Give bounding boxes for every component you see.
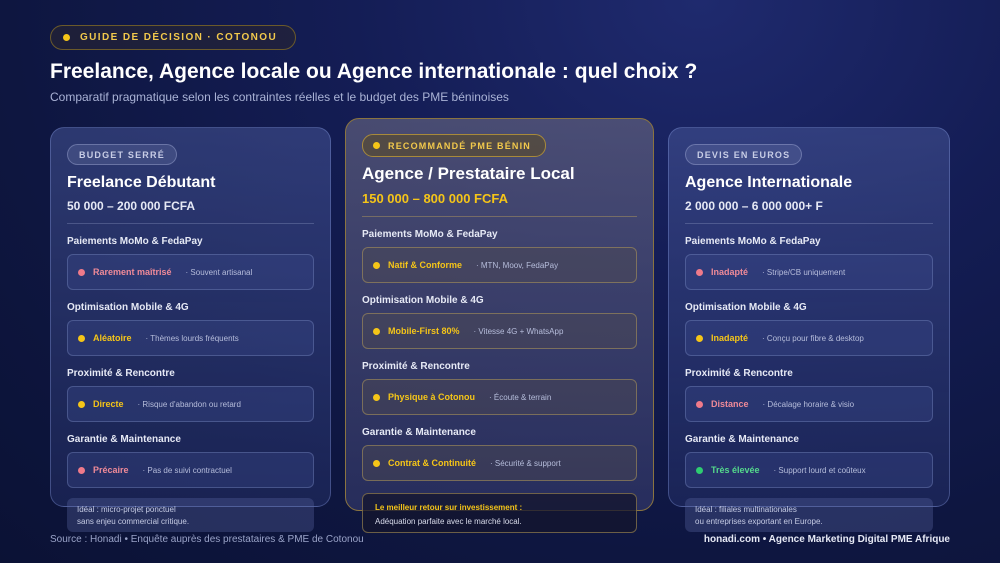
ideal-box: Idéal : filiales multinationales ou entr… [685,498,933,532]
card-title: Agence Internationale [685,174,853,191]
ideal-line: sans enjeu commercial critique. [77,517,190,526]
status-dot-icon [373,459,380,467]
criterion-value: Mobile-First 80% [388,326,460,336]
section-label: Proximité & Rencontre [67,368,175,379]
section-label: Garantie & Maintenance [67,434,181,445]
criterion-value: Physique à Cotonou [388,392,476,402]
criterion-row: Aléatoire · Thèmes lourds fréquents [67,320,314,356]
section-label: Proximité & Rencontre [685,368,793,379]
section-label: Optimisation Mobile & 4G [67,302,189,313]
criterion-note: · Support lourd et coûteux [773,465,866,475]
status-dot-icon [696,400,703,408]
criterion-value: Rarement maîtrisé [93,267,172,277]
criterion-note: · Écoute & terrain [489,392,552,402]
criterion-row: Natif & Conforme · MTN, Moov, FedaPay [362,247,637,283]
criterion-row: Directe · Risque d'abandon ou retard [67,386,314,422]
criterion-note: · Conçu pour fibre & desktop [762,333,864,343]
section-label: Paiements MoMo & FedaPay [67,236,203,247]
card-badge: RECOMMANDÉ PME BÉNIN [362,134,547,157]
criterion-value: Inadapté [711,267,749,277]
badge-dot-icon [373,142,380,149]
criterion-note: · Pas de suivi contractuel [142,465,232,475]
status-dot-icon [78,334,85,342]
status-dot-icon [696,268,703,276]
criterion-value: Distance [711,399,749,409]
section-label: Paiements MoMo & FedaPay [685,236,821,247]
best-roi-box: Le meilleur retour sur investissement : … [362,493,637,533]
criterion-row: Rarement maîtrisé · Souvent artisanal [67,254,314,290]
card-price: 150 000 – 800 000 FCFA [362,191,508,206]
section-label: Proximité & Rencontre [362,361,470,372]
ideal-box: Idéal : micro-projet ponctuel sans enjeu… [67,498,314,532]
criterion-note: · Thèmes lourds fréquents [145,333,239,343]
criterion-note: · MTN, Moov, FedaPay [476,260,559,270]
card-price: 50 000 – 200 000 FCFA [67,199,196,213]
status-dot-icon [373,327,380,335]
status-dot-icon [78,466,85,474]
best-roi-text: Adéquation parfaite avec le marché local… [375,517,522,526]
status-dot-icon [373,261,380,269]
status-dot-icon [696,334,703,342]
footer-brand: honadi.com • Agence Marketing Digital PM… [703,534,950,545]
page-subtitle: Comparatif pragmatique selon les contrai… [50,90,509,104]
section-label: Optimisation Mobile & 4G [362,295,484,306]
card-badge: BUDGET SERRÉ [67,144,177,165]
card-freelance: BUDGET SERRÉ Freelance Débutant 50 000 –… [50,127,331,532]
header-tag: GUIDE DE DÉCISION · COTONOU [50,25,297,50]
criterion-row: Inadapté · Stripe/CB uniquement [685,254,933,290]
criterion-row: Physique à Cotonou · Écoute & terrain [362,379,637,415]
criterion-value: Inadapté [711,333,749,343]
divider [67,223,314,224]
criterion-value: Directe [93,399,124,409]
criterion-note: · Décalage horaire & visio [762,399,855,409]
page-title: Freelance, Agence locale ou Agence inter… [50,60,698,83]
criterion-value: Contrat & Continuité [388,458,476,468]
criterion-note: · Vitesse 4G + WhatsApp [473,326,564,336]
status-dot-icon [696,466,703,474]
ideal-line: Idéal : filiales multinationales [695,505,797,514]
header-tag-label: GUIDE DE DÉCISION · COTONOU [80,32,278,43]
card-agence-internationale: DEVIS EN EUROS Agence Internationale 2 0… [668,127,950,532]
section-label: Paiements MoMo & FedaPay [362,229,498,240]
criterion-row: Distance · Décalage horaire & visio [685,386,933,422]
card-agence-locale: RECOMMANDÉ PME BÉNIN Agence / Prestatair… [345,118,654,533]
criterion-note: · Stripe/CB uniquement [762,267,846,277]
divider [685,223,933,224]
tag-dot-icon [63,34,70,41]
criterion-row: Inadapté · Conçu pour fibre & desktop [685,320,933,356]
status-dot-icon [78,400,85,408]
section-label: Garantie & Maintenance [362,427,476,438]
criterion-row: Très élevée · Support lourd et coûteux [685,452,933,488]
criterion-value: Natif & Conforme [388,260,462,270]
divider [362,216,637,217]
criterion-value: Précaire [93,465,129,475]
criterion-row: Précaire · Pas de suivi contractuel [67,452,314,488]
card-title: Agence / Prestataire Local [362,164,575,183]
ideal-line: Idéal : micro-projet ponctuel [77,505,176,514]
criterion-value: Aléatoire [93,333,132,343]
card-title: Freelance Débutant [67,174,216,191]
ideal-line: ou entreprises exportant en Europe. [695,517,823,526]
status-dot-icon [373,393,380,401]
best-roi-title: Le meilleur retour sur investissement : [375,503,523,512]
criterion-value: Très élevée [711,465,760,475]
card-badge: DEVIS EN EUROS [685,144,803,165]
section-label: Optimisation Mobile & 4G [685,302,807,313]
card-price: 2 000 000 – 6 000 000+ F [685,199,823,213]
footer-source: Source : Honadi • Enquête auprès des pre… [50,534,364,545]
criterion-note: · Risque d'abandon ou retard [137,399,241,409]
criterion-row: Mobile-First 80% · Vitesse 4G + WhatsApp [362,313,637,349]
card-badge-label: RECOMMANDÉ PME BÉNIN [388,140,532,151]
section-label: Garantie & Maintenance [685,434,799,445]
criterion-row: Contrat & Continuité · Sécurité & suppor… [362,445,637,481]
status-dot-icon [78,268,85,276]
criterion-note: · Sécurité & support [490,458,561,468]
criterion-note: · Souvent artisanal [185,267,253,277]
